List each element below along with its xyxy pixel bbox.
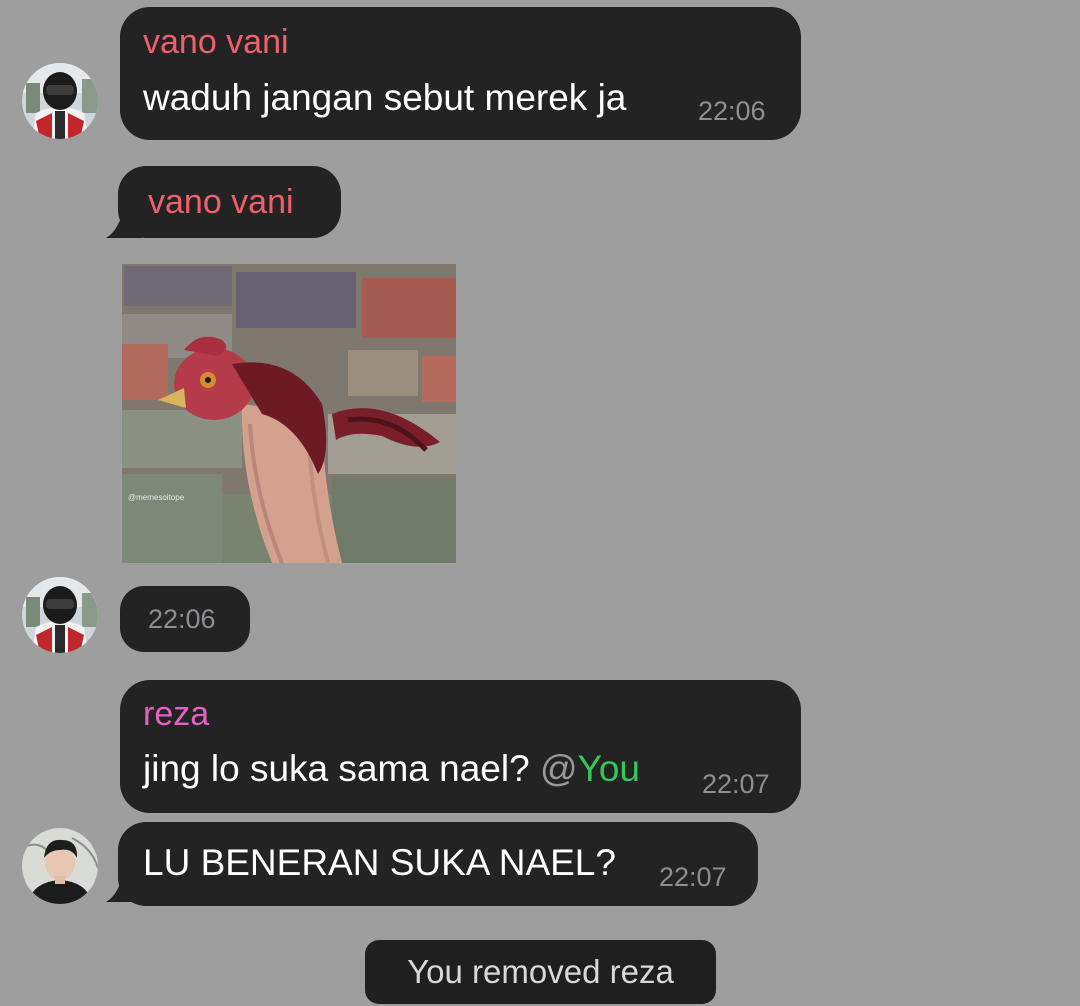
message-bubble-4[interactable]: LU BENERAN SUKA NAEL? 22:07 [118, 822, 758, 906]
message-time: 22:06 [148, 604, 216, 634]
mention-at: @ [539, 748, 578, 789]
image-watermark: @memesoitope [128, 493, 185, 502]
avatar-vano-vani[interactable] [22, 577, 98, 653]
message-bubble-2-time: 22:06 [120, 586, 250, 652]
message-time: 22:07 [702, 769, 770, 799]
message-text: waduh jangan sebut merek ja [143, 77, 627, 118]
avatar-vano-vani[interactable] [22, 63, 98, 139]
sender-name[interactable]: vano vani [148, 182, 294, 222]
message-text: jing lo suka sama nael? [143, 748, 530, 789]
message-bubble-2-header[interactable]: vano vani [118, 166, 341, 238]
message-text: LU BENERAN SUKA NAEL? [143, 842, 616, 883]
sender-name[interactable]: vano vani [143, 22, 289, 62]
sender-name[interactable]: reza [143, 694, 209, 734]
message-time: 22:07 [659, 862, 727, 892]
chicken-meme-image: @memesoitope [122, 264, 456, 563]
mention-you-link[interactable]: You [578, 748, 640, 789]
message-time: 22:06 [698, 96, 766, 126]
avatar-reza[interactable] [22, 828, 98, 904]
chicken-meme-photo[interactable]: @memesoitope [122, 264, 456, 563]
avatar-vano-vani-image [22, 577, 98, 653]
message-text-line: jing lo suka sama nael? @You [143, 747, 640, 791]
message-bubble-1[interactable]: vano vani waduh jangan sebut merek ja 22… [120, 7, 801, 140]
message-bubble-3[interactable]: reza jing lo suka sama nael? @You 22:07 [120, 680, 801, 813]
avatar-reza-image [22, 828, 98, 904]
avatar-vano-vani-image [22, 63, 98, 139]
service-message: You removed reza [365, 940, 716, 1004]
